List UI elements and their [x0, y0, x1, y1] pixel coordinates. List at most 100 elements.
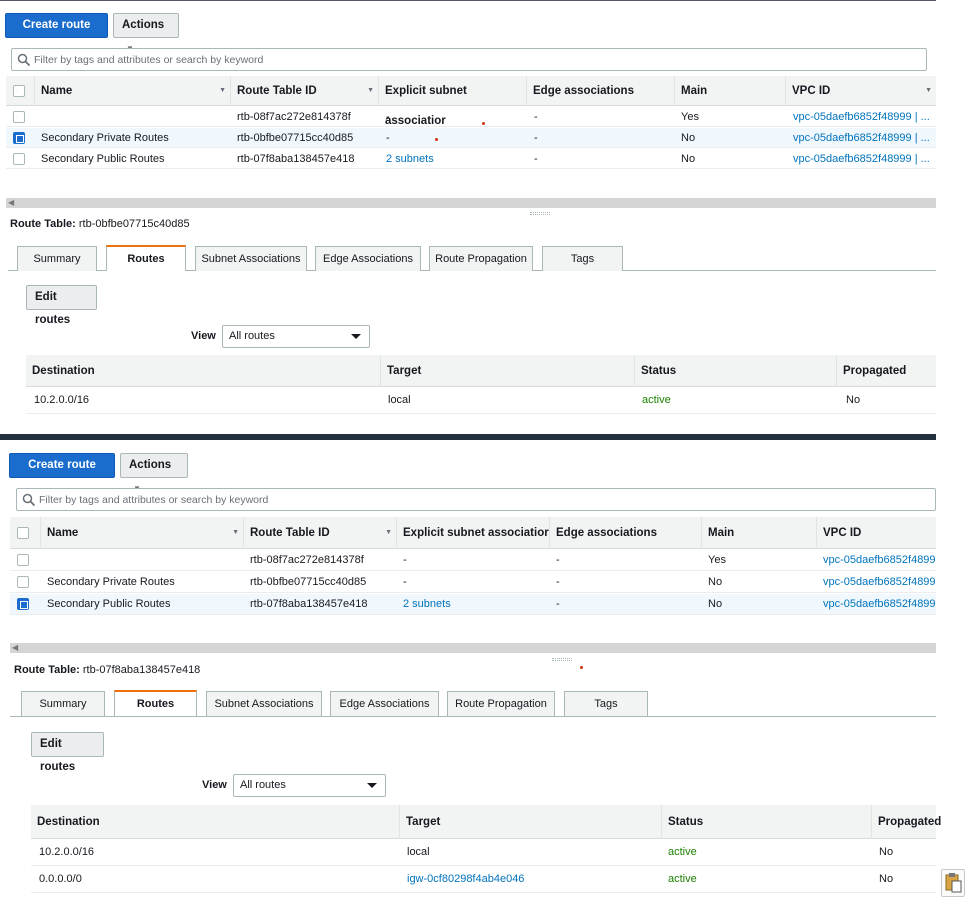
- col-propagated[interactable]: Propagated: [871, 805, 941, 839]
- tab-tags[interactable]: Tags: [542, 246, 623, 271]
- col-route-table-id[interactable]: Route Table ID ▼: [243, 517, 396, 549]
- vpc-link[interactable]: vpc-05daefb6852f48999: [823, 572, 936, 592]
- route-tables-panel-bottom: Create route table Actions▼ Filter by ta…: [0, 437, 941, 901]
- col-edge-associations[interactable]: Edge associations: [526, 76, 674, 106]
- tab-subnet-associations[interactable]: Subnet Associations: [195, 246, 307, 271]
- tabs-baseline: [10, 716, 936, 717]
- tab-route-propagation[interactable]: Route Propagation: [429, 246, 533, 271]
- view-label: View: [191, 330, 216, 342]
- horizontal-scrollbar[interactable]: ◀: [6, 198, 936, 208]
- scroll-left-icon[interactable]: ◀: [12, 643, 18, 653]
- select-all-checkbox[interactable]: [17, 527, 29, 539]
- col-name[interactable]: Name ▼: [40, 517, 243, 549]
- table-row[interactable]: Secondary Private Routes rtb-0bfbe07715c…: [6, 128, 936, 148]
- tab-edge-associations[interactable]: Edge Associations: [315, 246, 421, 271]
- col-destination[interactable]: Destination: [31, 805, 399, 839]
- routes-header: Destination Target Status Propagated: [31, 805, 941, 839]
- vpc-link[interactable]: vpc-05daefb6852f48999 | ...: [793, 149, 933, 169]
- select-all-checkbox[interactable]: [13, 85, 25, 97]
- subnets-link[interactable]: 2 subnets: [403, 594, 451, 614]
- table-row[interactable]: rtb-08f7ac272e814378f - - Yes vpc-05daef…: [10, 550, 936, 571]
- annotation-dot: [435, 138, 438, 141]
- vpc-link[interactable]: vpc-05daefb6852f48999: [823, 594, 936, 614]
- tab-subnet-associations[interactable]: Subnet Associations: [206, 691, 322, 716]
- scroll-left-icon[interactable]: ◀: [8, 198, 14, 208]
- route-row: 10.2.0.0/16 local active No: [31, 839, 936, 866]
- col-vpc-id[interactable]: VPC ID: [816, 517, 936, 549]
- igw-link[interactable]: igw-0cf80298f4ab4e046: [407, 866, 524, 893]
- vpc-link[interactable]: vpc-05daefb6852f48999 | ...: [793, 128, 933, 148]
- tab-routes[interactable]: Routes: [106, 245, 186, 271]
- row-checkbox[interactable]: [17, 554, 29, 566]
- tab-edge-associations[interactable]: Edge Associations: [330, 691, 439, 716]
- row-checkbox[interactable]: [17, 598, 29, 610]
- edit-routes-button[interactable]: Edit routes: [31, 732, 104, 773]
- row-checkbox[interactable]: [13, 132, 25, 144]
- tab-tags[interactable]: Tags: [564, 691, 648, 716]
- table-row[interactable]: rtb-08f7ac272e814378f - - Yes vpc-05daef…: [6, 107, 936, 127]
- sort-icon[interactable]: ▼: [925, 76, 932, 106]
- route-table-id: rtb-07f8aba138457e418: [82, 664, 201, 676]
- annotation-dot: [482, 122, 485, 125]
- col-explicit-subnet[interactable]: Explicit subnet associatior: [396, 517, 549, 549]
- col-propagated[interactable]: Propagated: [836, 355, 936, 387]
- col-target[interactable]: Target: [399, 805, 661, 839]
- select-all-cell: [6, 76, 34, 106]
- dropdown-caret-icon: [351, 334, 361, 339]
- route-table-title: Route Table: rtb-07f8aba138457e418: [14, 664, 201, 676]
- view-select[interactable]: All routes: [233, 774, 386, 797]
- search-input[interactable]: Filter by tags and attributes or search …: [11, 48, 927, 71]
- search-icon: [17, 53, 31, 67]
- create-route-table-button[interactable]: Create route table: [9, 453, 115, 494]
- table-row[interactable]: Secondary Private Routes rtb-0bfbe07715c…: [10, 572, 936, 593]
- sort-icon[interactable]: ▼: [367, 76, 374, 106]
- horizontal-scrollbar[interactable]: ◀: [10, 643, 936, 653]
- route-tables-grid: Name ▼ Route Table ID ▼ Explicit subnet as…: [6, 76, 936, 196]
- subnets-link[interactable]: 2 subnets: [386, 149, 434, 169]
- col-vpc-id[interactable]: VPC ID ▼: [785, 76, 936, 106]
- tab-summary[interactable]: Summary: [17, 246, 97, 271]
- col-name[interactable]: Name ▼: [34, 76, 230, 106]
- grid-header: Name ▼ Route Table ID ▼ Explicit subnet as…: [10, 517, 936, 549]
- col-route-table-id[interactable]: Route Table ID ▼: [230, 76, 378, 106]
- col-main[interactable]: Main: [701, 517, 816, 549]
- row-checkbox[interactable]: [13, 153, 25, 165]
- search-icon: [22, 493, 36, 507]
- dropdown-caret-icon: [367, 783, 377, 788]
- clipboard-icon[interactable]: [941, 869, 965, 897]
- tab-summary[interactable]: Summary: [21, 691, 105, 716]
- annotation-dot: [580, 666, 583, 669]
- tab-route-propagation[interactable]: Route Propagation: [447, 691, 555, 716]
- tab-routes[interactable]: Routes: [114, 690, 197, 716]
- sort-icon[interactable]: ▼: [219, 76, 226, 106]
- resize-handle[interactable]: [530, 212, 550, 215]
- col-explicit-subnet[interactable]: Explicit subnet associatior: [378, 76, 526, 127]
- col-edge-associations[interactable]: Edge associations: [549, 517, 701, 549]
- actions-button[interactable]: Actions▼: [113, 13, 179, 53]
- route-row: 10.2.0.0/16 local active No: [26, 387, 936, 414]
- resize-handle[interactable]: [552, 658, 572, 661]
- col-status[interactable]: Status: [661, 805, 871, 839]
- col-status[interactable]: Status: [634, 355, 836, 387]
- sort-icon[interactable]: ▼: [385, 517, 392, 549]
- col-destination[interactable]: Destination: [26, 355, 380, 387]
- search-placeholder: Filter by tags and attributes or search …: [34, 54, 264, 66]
- row-checkbox[interactable]: [13, 111, 25, 123]
- col-target[interactable]: Target: [380, 355, 634, 387]
- view-label: View: [202, 779, 227, 791]
- col-main[interactable]: Main: [674, 76, 785, 106]
- create-route-table-button[interactable]: Create route table: [5, 13, 108, 54]
- vpc-link[interactable]: vpc-05daefb6852f48999: [823, 550, 936, 570]
- route-tables-grid: Name ▼ Route Table ID ▼ Explicit subnet as…: [10, 517, 936, 637]
- row-checkbox[interactable]: [17, 576, 29, 588]
- actions-label: Actions: [122, 19, 165, 31]
- search-input[interactable]: Filter by tags and attributes or search …: [16, 488, 936, 511]
- sort-icon[interactable]: ▼: [232, 517, 239, 549]
- vpc-link[interactable]: vpc-05daefb6852f48999 | ...: [793, 107, 933, 127]
- table-row[interactable]: Secondary Public Routes rtb-07f8aba13845…: [6, 149, 936, 169]
- table-row[interactable]: Secondary Public Routes rtb-07f8aba13845…: [10, 594, 936, 615]
- search-placeholder: Filter by tags and attributes or search …: [39, 494, 269, 506]
- edit-routes-button[interactable]: Edit routes: [26, 285, 97, 326]
- view-select[interactable]: All routes: [222, 325, 370, 348]
- actions-button[interactable]: Actions▼: [120, 453, 188, 493]
